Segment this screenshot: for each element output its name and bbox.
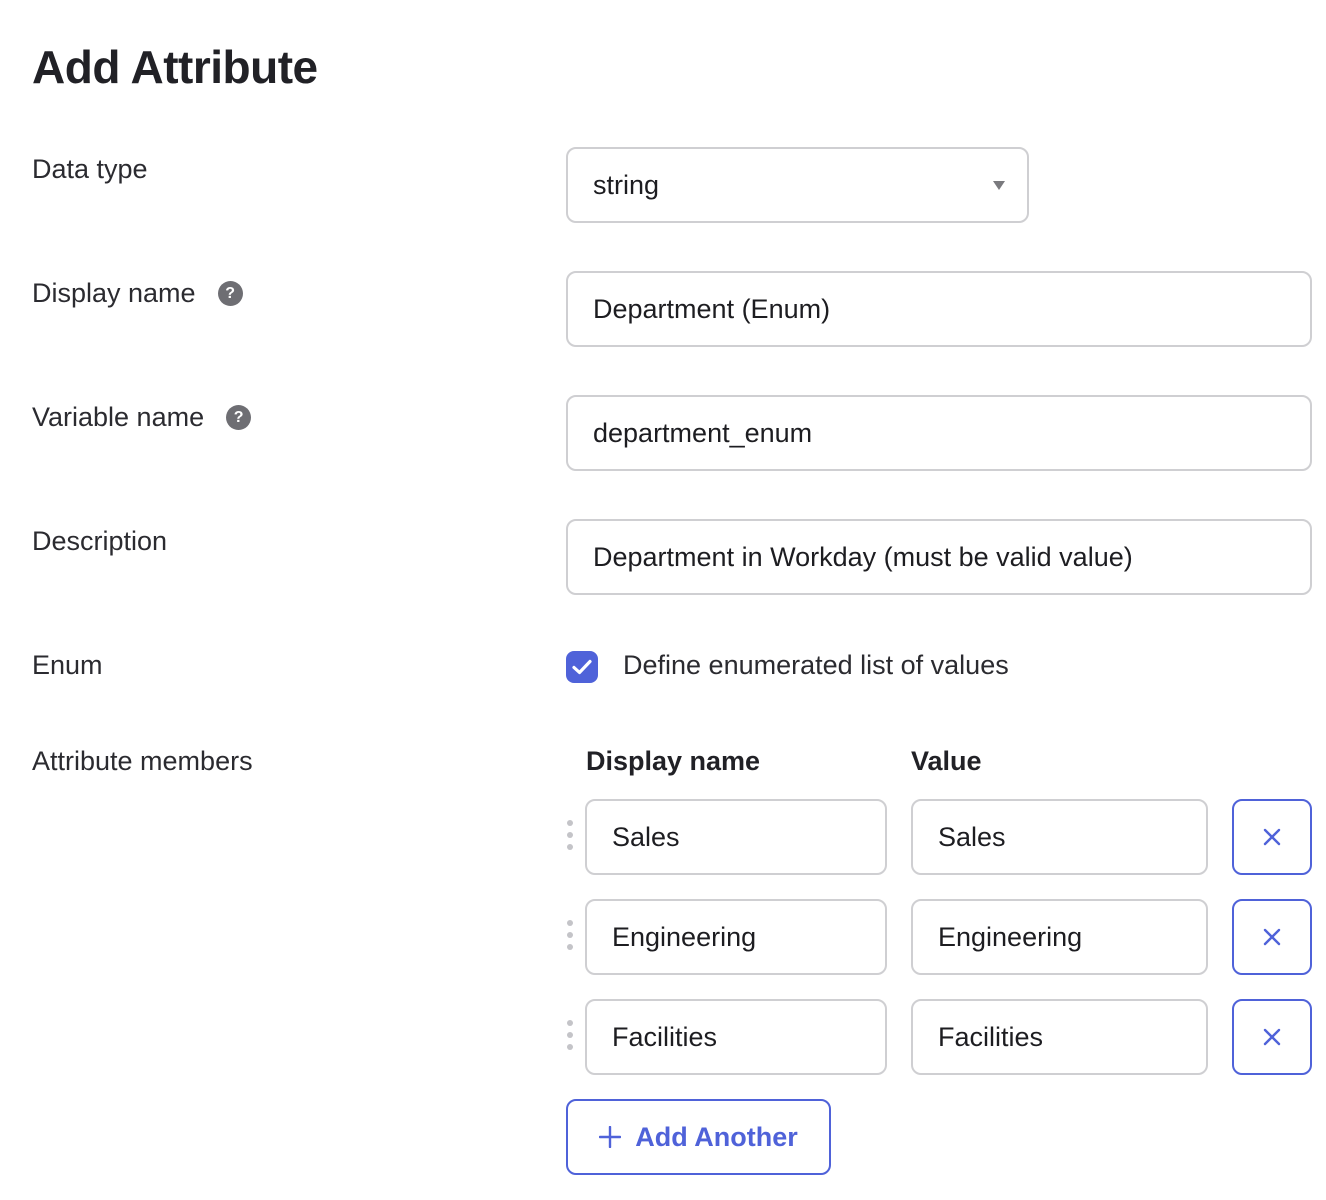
enum-label-text: Enum (32, 650, 103, 680)
display-name-label-text: Display name (32, 278, 196, 308)
drag-handle-icon[interactable] (566, 920, 574, 950)
checkmark-icon (572, 659, 592, 675)
member-value-input[interactable]: Facilities (911, 999, 1208, 1075)
display-name-input[interactable]: Department (Enum) (566, 271, 1312, 347)
close-icon (1263, 828, 1281, 846)
display-name-label: Display name ? (32, 278, 243, 309)
description-value: Department in Workday (must be valid val… (593, 541, 1133, 572)
page-title: Add Attribute (32, 41, 318, 93)
drag-handle-icon[interactable] (566, 820, 574, 850)
member-value-value: Facilities (938, 1021, 1044, 1052)
member-display-name-value: Engineering (612, 921, 757, 952)
dropdown-arrow-icon (993, 181, 1005, 190)
drag-handle-icon[interactable] (566, 1020, 574, 1050)
attribute-members-label-text: Attribute members (32, 746, 253, 776)
close-icon (1263, 928, 1281, 946)
data-type-label-text: Data type (32, 154, 148, 184)
member-value-value: Engineering (938, 921, 1083, 952)
column-header-value: Value (911, 746, 982, 776)
remove-member-button[interactable] (1232, 999, 1312, 1075)
member-value-input[interactable]: Sales (911, 799, 1208, 875)
remove-member-button[interactable] (1232, 799, 1312, 875)
data-type-value: string (593, 169, 660, 200)
member-display-name-input[interactable]: Facilities (585, 999, 887, 1075)
enum-label: Enum (32, 650, 103, 681)
variable-name-label-text: Variable name (32, 402, 205, 432)
plus-icon (599, 1126, 622, 1148)
enum-checkbox-label[interactable]: Define enumerated list of values (623, 650, 1009, 681)
variable-name-value: department_enum (593, 417, 813, 448)
member-display-name-value: Facilities (612, 1021, 718, 1052)
add-another-button[interactable]: Add Another (566, 1099, 831, 1175)
attribute-members-label: Attribute members (32, 746, 253, 777)
description-label: Description (32, 526, 167, 557)
data-type-select[interactable]: string (566, 147, 1029, 223)
help-icon[interactable]: ? (226, 405, 252, 430)
column-header-display-name: Display name (586, 746, 761, 776)
variable-name-input[interactable]: department_enum (566, 395, 1312, 471)
add-another-label: Add Another (635, 1121, 798, 1152)
remove-member-button[interactable] (1232, 899, 1312, 975)
member-display-name-input[interactable]: Sales (585, 799, 887, 875)
member-value-value: Sales (938, 821, 1006, 852)
description-label-text: Description (32, 526, 168, 556)
description-input[interactable]: Department in Workday (must be valid val… (566, 519, 1312, 595)
member-display-name-input[interactable]: Engineering (585, 899, 887, 975)
data-type-label: Data type (32, 154, 148, 185)
enum-checkbox[interactable] (566, 651, 598, 683)
member-display-name-value: Sales (612, 821, 680, 852)
display-name-value: Department (Enum) (593, 293, 831, 324)
member-value-input[interactable]: Engineering (911, 899, 1208, 975)
help-icon[interactable]: ? (217, 281, 243, 306)
close-icon (1263, 1028, 1281, 1046)
variable-name-label: Variable name ? (32, 402, 252, 433)
